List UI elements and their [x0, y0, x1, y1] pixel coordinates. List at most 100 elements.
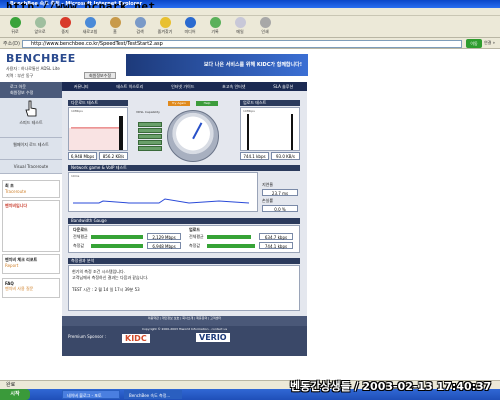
history-button[interactable]: 기록	[204, 16, 226, 37]
loss-label: 손실률	[262, 198, 274, 203]
favorites-button[interactable]: 즐겨찾기	[154, 16, 176, 37]
help-button[interactable]: Help	[196, 101, 218, 106]
nav-item-community[interactable]: 커뮤니티	[74, 84, 89, 90]
sidebar-box-report-sub: Report	[5, 263, 19, 268]
bandwidth-upload-label: 업로드	[189, 227, 201, 232]
forward-button[interactable]: 앞으로	[29, 16, 51, 37]
bw-value: 744.1 kbps	[259, 242, 293, 249]
download-graph: 10Mbps	[68, 107, 128, 151]
print-button[interactable]: 인쇄	[254, 16, 276, 37]
loss-value: 0.0 %	[262, 205, 298, 212]
upload-graph-scale: 10Mbps	[243, 109, 255, 113]
mail-icon	[234, 16, 246, 28]
upload-speed-kbs: 93.0 KB/s	[271, 152, 300, 160]
main-nav: 커뮤니티 테스트 히스토리 인터넷 가이드 초고속 인터넷 SLA 솔루션	[60, 82, 307, 91]
start-button[interactable]: 시작	[0, 389, 30, 400]
page-footer-sponsors: Copyright © 2000-2003 Hiworld Informatio…	[62, 326, 307, 356]
sidebar-speed-test-label: 스피드 테스트	[19, 120, 43, 125]
download-speed-kbs: 856.2 KB/s	[99, 152, 128, 160]
sponsor-label: Premium Sponsor :	[68, 334, 106, 339]
sidebar-box-faq[interactable]: FAQ 벤치비 사용 질문	[2, 278, 60, 298]
hand-cursor-icon	[25, 100, 37, 117]
bandwidth-download-label: 다운로드	[73, 227, 88, 232]
menu-bar	[0, 8, 500, 16]
sidebar-speed-test[interactable]: 스피드 테스트	[0, 98, 62, 138]
bw-row-label: 전체평균	[189, 234, 204, 239]
page-footer-links: 이용약관 | 개인정보 보호 | 회사소개 | 제휴문의 | 고객센터	[62, 316, 307, 326]
led-bar	[138, 140, 162, 145]
download-graph-scale: 10Mbps	[71, 109, 83, 113]
nav-item-broadband[interactable]: 초고속 인터넷	[222, 84, 245, 90]
result-text-box[interactable]: 현기의 측정 조건 시스템입니다. 고객님께서 측정하신 결과는 다음과 같습니…	[68, 265, 300, 311]
footer-link-privacy[interactable]: 개인정보 보호	[162, 316, 180, 320]
home-button[interactable]: 홈	[104, 16, 126, 37]
browser-toolbar: 뒤로 앞으로 중지 새로고침 홈 검색 즐겨찾기 미디어 기록 메일 인쇄	[0, 16, 500, 38]
address-label: 주소(D)	[3, 41, 20, 47]
footer-link-support[interactable]: 고객센터	[210, 316, 221, 320]
sidebar-box-first-sub: Traceroute	[5, 189, 27, 194]
try-again-button[interactable]: Try Again	[168, 101, 190, 106]
forward-icon	[34, 16, 46, 28]
refresh-button[interactable]: 새로고침	[79, 16, 101, 37]
upload-title: 업로드 테스트	[240, 100, 300, 106]
edit-info-link[interactable]: 회원정보 수정	[10, 90, 62, 96]
result-line: TEST 시간 : 2 월 14 일 17시 39분 53	[72, 287, 140, 292]
nav-item-internet-guide[interactable]: 인터넷 가이드	[171, 84, 194, 90]
benchbee-logo[interactable]: BENCHBEE	[6, 52, 76, 65]
led-bar	[138, 122, 162, 127]
stop-icon	[59, 16, 71, 28]
footer-link-about[interactable]: 회사소개	[182, 316, 193, 320]
sidebar-box-first[interactable]: 최 초 Traceroute	[2, 180, 60, 198]
latency-value: 23.7 ms	[262, 189, 298, 196]
sidebar-traceroute[interactable]: Visual Traceroute	[0, 160, 62, 174]
taskbar-item-active[interactable]: BenchBee 속도 측정...	[124, 390, 182, 399]
upload-speed-kbps: 744.1 kbps	[240, 152, 269, 160]
customer-info-button[interactable]: 회원정보수정	[84, 72, 116, 79]
favorites-icon	[159, 16, 171, 28]
bw-bar	[91, 235, 143, 239]
footer-link-partner[interactable]: 제휴문의	[196, 316, 207, 320]
sidebar-web-load-label: 웹페이지 로드 테스트	[13, 142, 49, 147]
bw-row-label: 전체평균	[73, 234, 88, 239]
bw-value: 2,129 Mbps	[147, 233, 181, 240]
verio-logo[interactable]: VERIO	[196, 333, 230, 342]
sidebar-header: 로그 아웃 회원정보 수정	[0, 82, 62, 98]
stop-button[interactable]: 중지	[54, 16, 76, 37]
sidebar-web-load-test[interactable]: 웹페이지 로드 테스트	[0, 138, 62, 160]
kidc-logo[interactable]: KIDC	[122, 334, 150, 343]
nav-item-test-history[interactable]: 테스트 히스토리	[116, 84, 143, 90]
media-button[interactable]: 미디어	[179, 16, 201, 37]
download-title: 다운로드 테스트	[68, 100, 128, 106]
download-speed-mbps: 6,948 Mbps	[68, 152, 97, 160]
sidebar-traceroute-label: Visual Traceroute	[13, 164, 49, 169]
address-input[interactable]: http://www.benchbee.co.kr/SpeedTest/Test…	[22, 40, 462, 48]
bandwidth-title: Bandwidth Gauge	[68, 218, 300, 224]
bandwidth-panel: 다운로드 업로드 전체평균 2,129 Mbps 전체평균 634.7 kbps…	[68, 225, 300, 253]
taskbar-item[interactable]: 네이버 블로그 - 포토	[62, 390, 120, 399]
home-icon	[109, 16, 121, 28]
search-button[interactable]: 검색	[129, 16, 151, 37]
voip-graph: 10ms	[68, 172, 258, 212]
nav-item-sla[interactable]: SLA 솔루션	[273, 84, 293, 90]
links-button[interactable]: 연결 »	[484, 40, 495, 46]
bw-bar	[207, 244, 255, 248]
go-button[interactable]: 이동	[466, 39, 482, 48]
sidebar-box-report[interactable]: 벤치비 체크 리포트 Report	[2, 254, 60, 274]
sidebar-box-faq-sub: 벤치비 사용 질문	[5, 286, 34, 291]
footer-link-terms[interactable]: 이용약관	[148, 316, 159, 320]
bw-bar	[91, 244, 143, 248]
refresh-icon	[84, 16, 96, 28]
speed-gauge	[167, 110, 219, 162]
sidebar-box-intro[interactable]: 벤치비입니다	[2, 200, 60, 252]
voip-graph-plot	[73, 198, 250, 204]
download-graph-plot	[69, 116, 123, 150]
mail-button[interactable]: 메일	[229, 16, 251, 37]
gauge-needle	[192, 122, 203, 140]
upload-graph-plot	[247, 114, 293, 150]
led-bar	[138, 146, 162, 151]
sidebar-box-intro-title: 벤치비입니다	[5, 203, 28, 208]
bw-value: 6,948 Mbps	[147, 242, 181, 249]
back-button[interactable]: 뒤로	[4, 16, 26, 37]
kidc-banner[interactable]: 보다 나은 서비스를 위해 KIDC가 함께합니다!	[126, 54, 308, 76]
latency-label: 지연율	[262, 182, 274, 187]
